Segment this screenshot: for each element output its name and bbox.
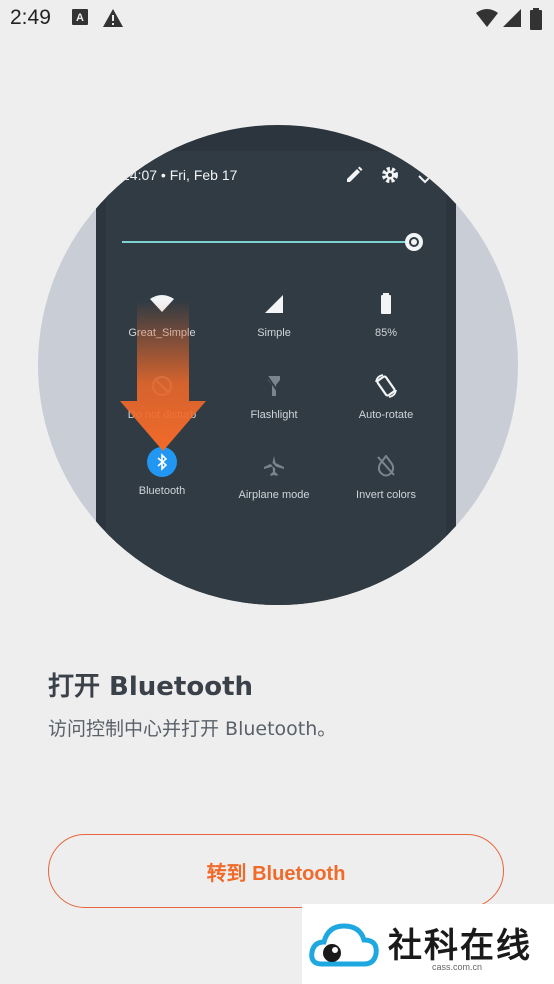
tile-label: Invert colors <box>356 489 416 501</box>
signal-status-icon <box>502 8 522 32</box>
status-bar: 2:49 A <box>0 0 554 38</box>
tile-battery: 85% <box>330 291 442 339</box>
svg-text:A: A <box>76 12 84 24</box>
watermark-text: 社科在线 <box>388 926 532 966</box>
quick-settings-illustration: 14:07 • Fri, Feb 17 Great_Simple <box>38 125 518 605</box>
battery-icon <box>330 291 442 317</box>
battery-status-icon <box>530 8 542 34</box>
warning-icon <box>102 8 124 32</box>
brightness-icon <box>403 231 425 257</box>
page-subtitle: 访问控制中心并打开 Bluetooth。 <box>48 718 337 740</box>
invert-colors-icon <box>330 453 442 479</box>
qs-time-date: 14:07 • Fri, Feb 17 <box>122 167 238 183</box>
watermark-sub: cass.com.cn <box>432 962 483 972</box>
tile-label: 85% <box>374 327 398 339</box>
tile-airplane: Airplane mode <box>218 453 330 501</box>
signal-icon <box>218 291 330 317</box>
wifi-status-icon <box>476 8 498 32</box>
tile-signal: Simple <box>218 291 330 339</box>
tile-label: Auto-rotate <box>358 409 414 421</box>
brightness-slider-track <box>122 241 412 243</box>
cloud-eye-icon <box>309 923 379 967</box>
pointer-arrow <box>120 301 206 456</box>
status-time: 2:49 <box>10 6 51 29</box>
edit-icon <box>344 165 364 189</box>
watermark-logo: 社科在线 cass.com.cn <box>302 904 554 984</box>
tile-bluetooth: Bluetooth <box>106 447 218 497</box>
text-notification-icon: A <box>72 8 88 30</box>
airplane-icon <box>218 453 330 479</box>
goto-bluetooth-button[interactable]: 转到 Bluetooth <box>48 834 504 908</box>
chevron-down-icon <box>418 169 432 188</box>
tile-label: Bluetooth <box>138 485 186 497</box>
tile-flashlight: Flashlight <box>218 373 330 421</box>
flashlight-icon <box>218 373 330 399</box>
page-title: 打开 Bluetooth <box>48 672 254 702</box>
tile-auto-rotate: Auto-rotate <box>330 373 442 421</box>
tile-invert-colors: Invert colors <box>330 453 442 501</box>
tile-label: Flashlight <box>250 409 298 421</box>
tile-label: Airplane mode <box>238 489 310 501</box>
gear-icon <box>380 165 400 189</box>
auto-rotate-icon <box>330 373 442 399</box>
tile-label: Simple <box>257 327 291 339</box>
